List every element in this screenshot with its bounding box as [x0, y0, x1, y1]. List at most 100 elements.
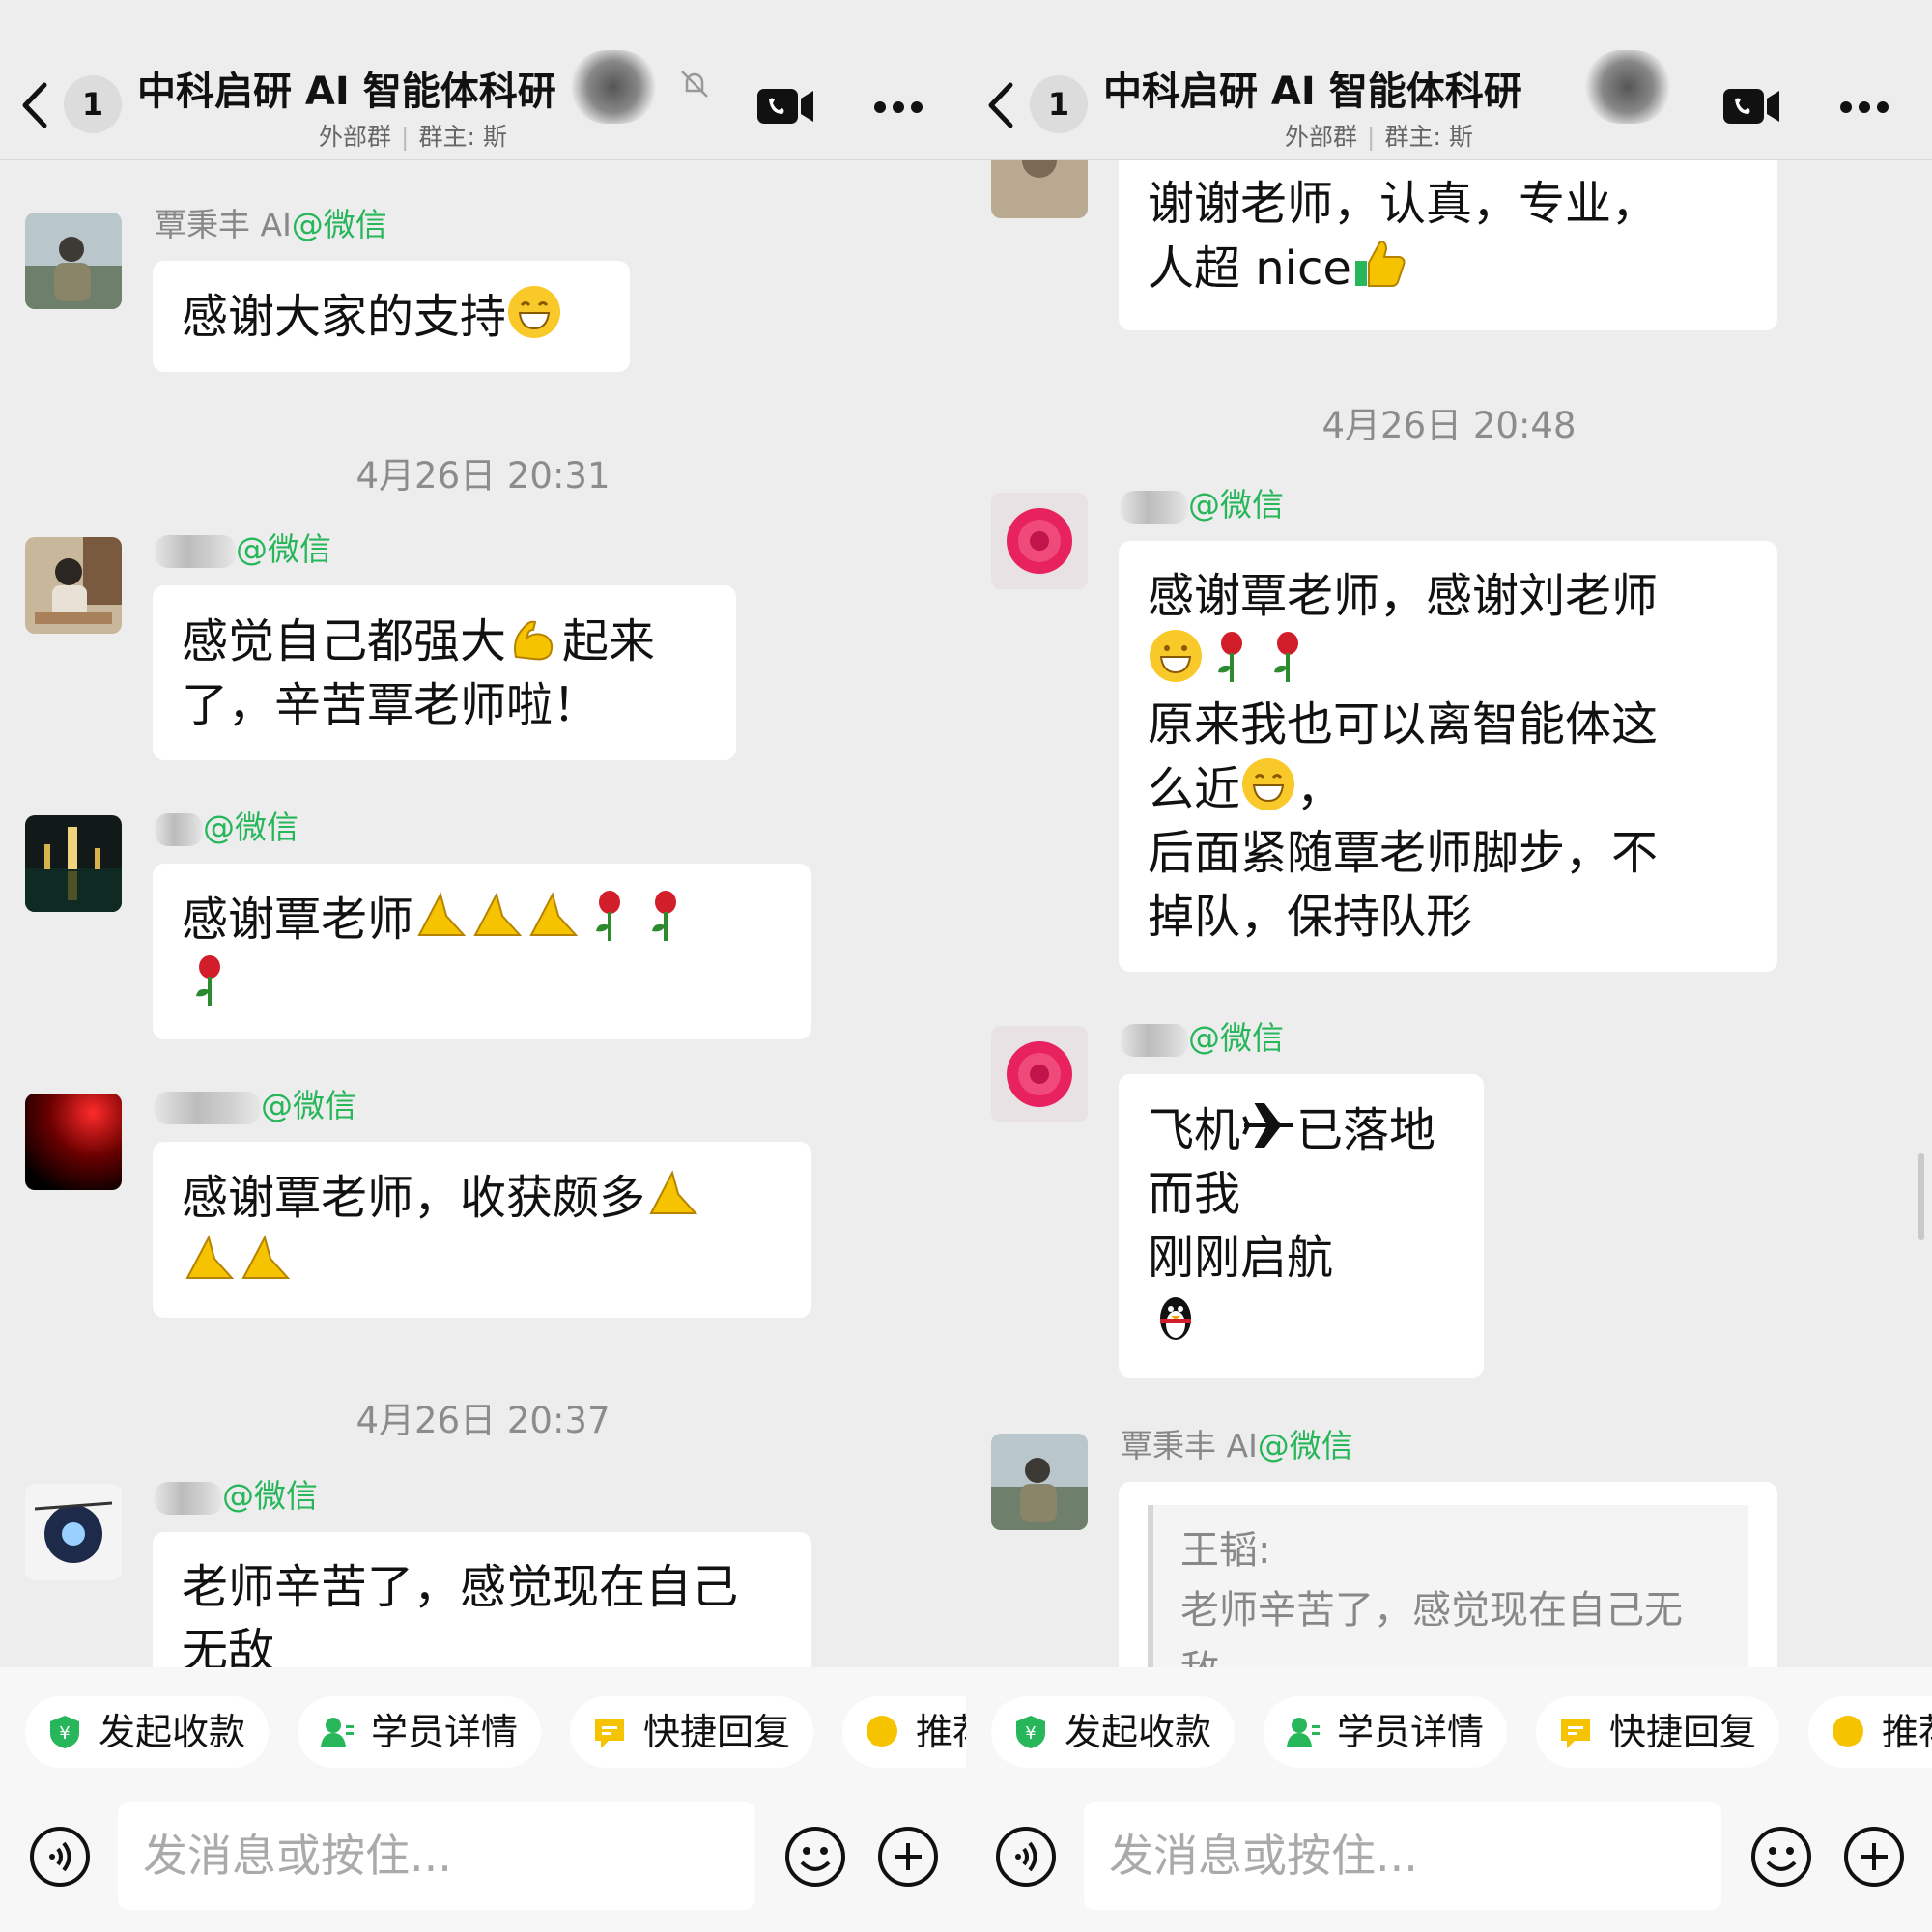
student-detail-button[interactable]: 学员详情 [1264, 1696, 1508, 1768]
quoted-text: 老师辛苦了，感觉现在自己无敌 [1180, 1588, 1683, 1667]
input-bar: 发消息或按住... [0, 1797, 966, 1932]
scroll-indicator[interactable] [1918, 1153, 1924, 1240]
grin-emoji-icon [508, 286, 561, 338]
pray-hands-icon [529, 892, 579, 936]
rose-icon [196, 955, 220, 1006]
recommend-icon [1833, 1716, 1863, 1747]
group-type: 外部群 [1285, 123, 1358, 151]
rose-icon [652, 891, 677, 941]
group-subtitle: 外部群 | 群主: 斯 [319, 123, 507, 151]
chat-area[interactable]: 谢谢老师，认真，专业， 人超 nice 4月26日 20:48 @微信 感谢覃老师… [966, 160, 1932, 1667]
sender-name: @微信 [1121, 1012, 1284, 1059]
message-bubble[interactable]: 谢谢老师，认真，专业， 人超 nice [1119, 160, 1777, 330]
message-bubble[interactable]: 感谢大家的支持 [153, 261, 630, 372]
grin-emoji-icon [1242, 758, 1295, 810]
quick-reply-button[interactable]: 快捷回复 [570, 1696, 814, 1768]
group-title[interactable]: 中科启研 AI 智能体科研 [1103, 60, 1654, 116]
student-detail-button[interactable]: 学员详情 [298, 1696, 542, 1768]
group-owner: 群主: 斯 [1384, 123, 1473, 151]
payment-button[interactable]: ¥ 发起收款 [991, 1696, 1236, 1768]
more-icon[interactable] [1839, 100, 1889, 114]
pray-hands-icon [242, 1235, 291, 1279]
rose-icon [1218, 632, 1242, 682]
unread-badge[interactable]: 1 [64, 75, 122, 133]
quick-reply-icon [1561, 1719, 1590, 1748]
chat-area[interactable]: 覃秉丰 AI@微信 感谢大家的支持 4月26日 20:31 @微信 感觉自己都强… [0, 160, 966, 1667]
smile-icon[interactable] [1750, 1826, 1812, 1888]
svg-text:¥: ¥ [1025, 1723, 1036, 1744]
airplane-icon [1242, 1103, 1293, 1148]
rose-icon [1274, 632, 1298, 682]
chat-header: 1 中科启研 AI 智能体科研 外部群 | 群主: 斯 [966, 0, 1932, 160]
avatar[interactable] [25, 213, 122, 309]
voice-icon[interactable] [29, 1826, 91, 1888]
avatar[interactable] [25, 537, 122, 634]
quick-reply-button[interactable]: 快捷回复 [1536, 1696, 1780, 1768]
group-type: 外部群 [319, 123, 392, 151]
video-call-icon[interactable] [755, 87, 815, 126]
payment-icon: ¥ [1016, 1716, 1045, 1748]
message-bubble[interactable]: 飞机 已落地 而我 刚刚启航 [1119, 1074, 1484, 1378]
quoted-message[interactable]: 王韬: 老师辛苦了，感觉现在自己无敌 [1148, 1505, 1748, 1667]
plus-icon[interactable] [1843, 1826, 1905, 1888]
sender-name: @微信 [155, 1470, 318, 1517]
rose-icon [596, 891, 621, 941]
message-bubble[interactable]: 感谢覃老师，感谢刘老师 原来我也可以离智能体这 么近， 后面紧随覃老师脚步，不 … [1119, 541, 1777, 972]
sender-name: @微信 [155, 802, 298, 848]
pray-hands-icon [417, 892, 467, 936]
payment-button[interactable]: ¥ 发起收款 [25, 1696, 270, 1768]
quick-reply-icon [595, 1719, 624, 1748]
quoted-sender: 王韬: [1180, 1528, 1271, 1573]
right-screen: 1 中科启研 AI 智能体科研 外部群 | 群主: 斯 谢谢老师，认真，专业， 人超 … [966, 0, 1932, 1932]
smile-icon[interactable] [784, 1826, 846, 1888]
group-subtitle: 外部群 | 群主: 斯 [1285, 123, 1473, 151]
pray-hands-icon [649, 1170, 698, 1214]
plus-icon[interactable] [877, 1826, 939, 1888]
pray-hands-icon [473, 892, 523, 936]
pray-hands-icon [185, 1235, 235, 1279]
quick-action-bar: ¥发起收款 学员详情 快捷回复 推荐 [966, 1667, 1932, 1797]
sender-name: 覃秉丰 AI@微信 [1121, 1427, 1353, 1464]
blurred-text [1584, 50, 1671, 124]
avatar[interactable] [991, 1434, 1088, 1530]
thumbs-up-icon [1354, 240, 1406, 287]
voice-icon[interactable] [995, 1826, 1057, 1888]
avatar[interactable] [25, 815, 122, 912]
avatar[interactable] [991, 493, 1088, 589]
avatar[interactable] [991, 1026, 1088, 1122]
timestamp: 4月26日 20:31 [355, 455, 611, 497]
penguin-icon [1160, 1297, 1191, 1340]
message-bubble[interactable]: 感谢覃老师，收获颇多 [153, 1142, 811, 1318]
blurred-text [570, 50, 657, 124]
sender-name: @微信 [1121, 479, 1284, 526]
input-bar: 发消息或按住... [966, 1797, 1932, 1932]
avatar[interactable] [991, 160, 1088, 218]
message-bubble[interactable]: 感谢覃老师 [153, 864, 811, 1039]
timestamp: 4月26日 20:37 [355, 1400, 611, 1441]
back-icon[interactable] [983, 77, 1022, 133]
recommend-button[interactable]: 推荐 [842, 1696, 966, 1768]
message-bubble[interactable]: 感觉自己都强大 起来 了，辛苦覃老师啦！ [153, 585, 736, 760]
avatar[interactable] [25, 1484, 122, 1580]
recommend-icon [867, 1716, 897, 1747]
payment-icon: ¥ [50, 1716, 79, 1748]
sender-name: 覃秉丰 AI@微信 [155, 206, 387, 243]
message-input[interactable]: 发消息或按住... [1084, 1802, 1721, 1910]
student-icon [1287, 1718, 1320, 1747]
back-icon[interactable] [17, 77, 56, 133]
quick-action-bar: ¥发起收款 学员详情 快捷回复 推荐 [0, 1667, 966, 1797]
mute-bell-icon [681, 71, 708, 98]
unread-badge[interactable]: 1 [1030, 75, 1088, 133]
svg-text:¥: ¥ [59, 1723, 70, 1744]
message-input[interactable]: 发消息或按住... [118, 1802, 755, 1910]
message-bubble[interactable]: 老师辛苦了，感觉现在自己无敌 [153, 1532, 811, 1667]
smile-emoji-icon [1150, 630, 1202, 682]
more-icon[interactable] [873, 100, 923, 114]
video-call-icon[interactable] [1721, 87, 1781, 126]
avatar[interactable] [25, 1094, 122, 1190]
message-bubble[interactable]: 王韬: 老师辛苦了，感觉现在自己无敌 [1119, 1482, 1777, 1667]
recommend-button[interactable]: 推荐 [1808, 1696, 1932, 1768]
left-screen: 1 中科启研 AI 智能体科研 外部群 | 群主: 斯 覃秉丰 AI@微信 感谢大家… [0, 0, 966, 1932]
sender-name: @微信 [155, 1080, 356, 1126]
sender-name: @微信 [155, 524, 331, 570]
